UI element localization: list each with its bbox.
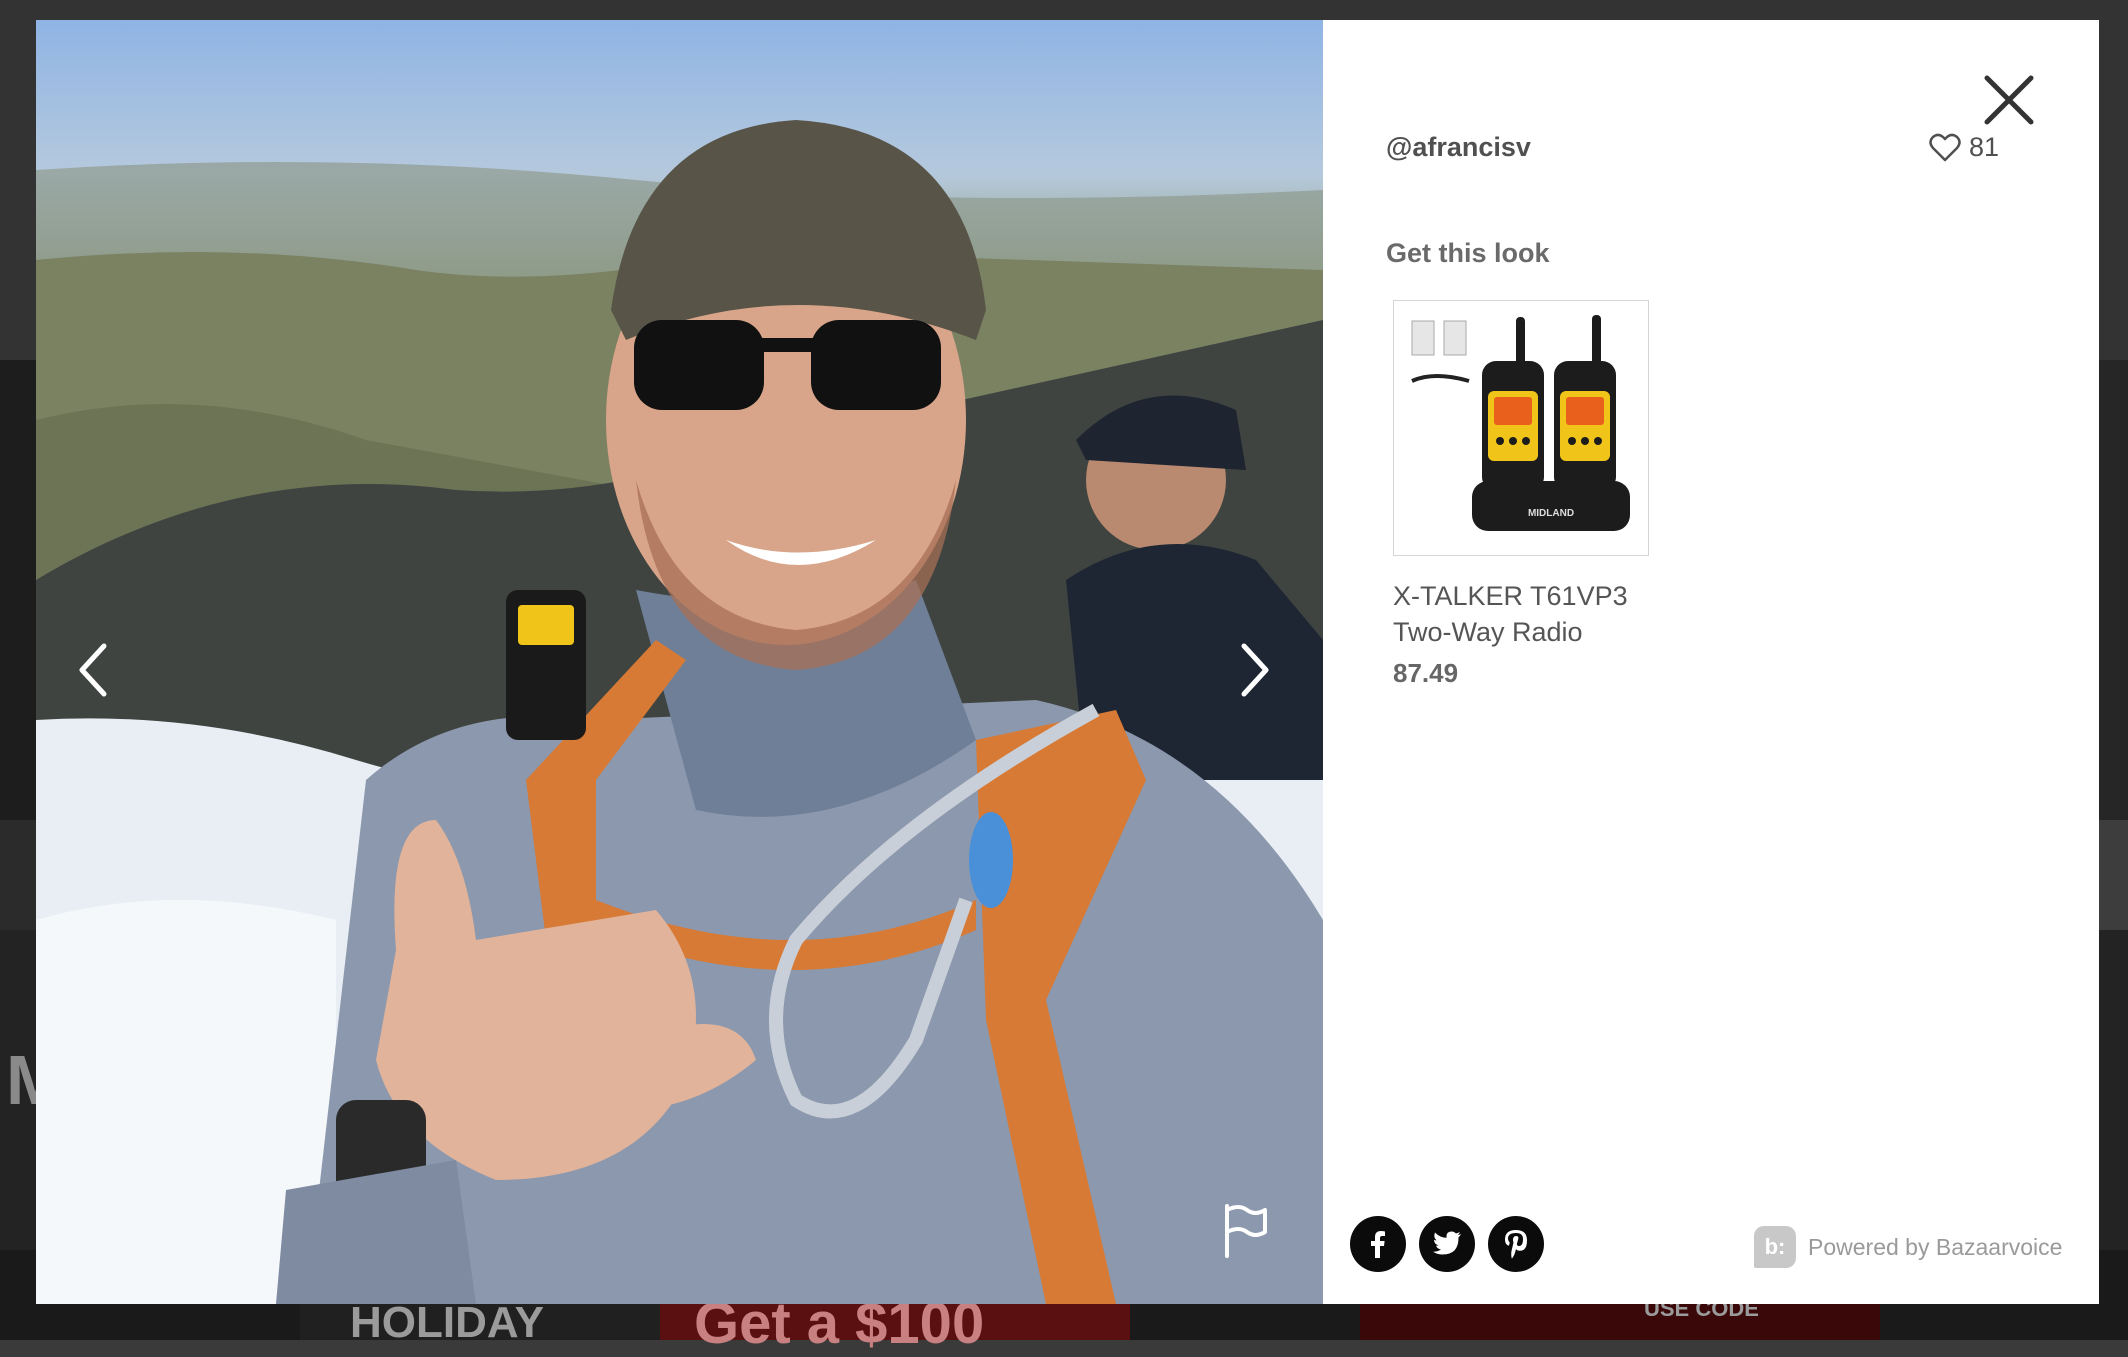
twitter-icon <box>1433 1231 1461 1255</box>
ugc-details-panel: @afrancisv 81 Get this look MIDLAND X-TA… <box>1323 20 2099 1304</box>
report-photo-button[interactable] <box>1221 1202 1269 1258</box>
product-price: 87.49 <box>1393 658 1459 688</box>
background-right-card <box>2096 360 2128 820</box>
product-name[interactable]: X-TALKER T61VP3 Two-Way Radio <box>1393 578 1693 650</box>
like-count: 81 <box>1969 132 2000 162</box>
share-pinterest-button[interactable] <box>1488 1216 1544 1272</box>
previous-photo-button[interactable] <box>74 640 134 720</box>
powered-by-link[interactable]: b: Powered by Bazaarvoice <box>1754 1226 2062 1268</box>
walkie-talkie-image: MIDLAND <box>1411 315 1630 531</box>
product-brand-mark: MIDLAND <box>1528 508 1574 519</box>
product-name-line: Two-Way Radio <box>1393 617 1583 647</box>
like-button[interactable]: 81 <box>1929 132 1999 163</box>
next-photo-button[interactable] <box>1234 640 1294 720</box>
product-name-line: X-TALKER T61VP3 <box>1393 581 1628 611</box>
ugc-photo <box>36 20 1323 1304</box>
share-twitter-button[interactable] <box>1419 1216 1475 1272</box>
background-right-panel <box>2096 820 2128 930</box>
product-image[interactable]: MIDLAND <box>1393 300 1649 556</box>
flag-icon <box>1225 1204 1267 1258</box>
chevron-left-icon <box>79 643 107 697</box>
photo-illustration <box>36 120 1323 1304</box>
get-this-look-heading: Get this look <box>1386 238 1550 268</box>
heart-icon <box>1929 133 1961 161</box>
product-card[interactable]: MIDLAND X-TALKER T61VP3 Two-Way Radio 87… <box>1393 300 1693 689</box>
author-username[interactable]: @afrancisv <box>1386 132 1531 163</box>
banner-text-holiday: HOLIDAY <box>350 1298 544 1347</box>
chevron-right-icon <box>1241 643 1269 697</box>
ugc-lightbox-modal: @afrancisv 81 Get this look MIDLAND X-TA… <box>36 20 2099 1304</box>
share-buttons <box>1350 1216 1544 1272</box>
share-facebook-button[interactable] <box>1350 1216 1406 1272</box>
close-button[interactable] <box>1979 70 2039 130</box>
pinterest-icon <box>1505 1230 1527 1259</box>
close-icon <box>1984 75 2034 125</box>
background-left-card <box>0 360 36 820</box>
facebook-icon <box>1371 1231 1385 1258</box>
bazaarvoice-logo: b: <box>1754 1226 1796 1268</box>
powered-by-text: Powered by Bazaarvoice <box>1808 1233 2063 1260</box>
